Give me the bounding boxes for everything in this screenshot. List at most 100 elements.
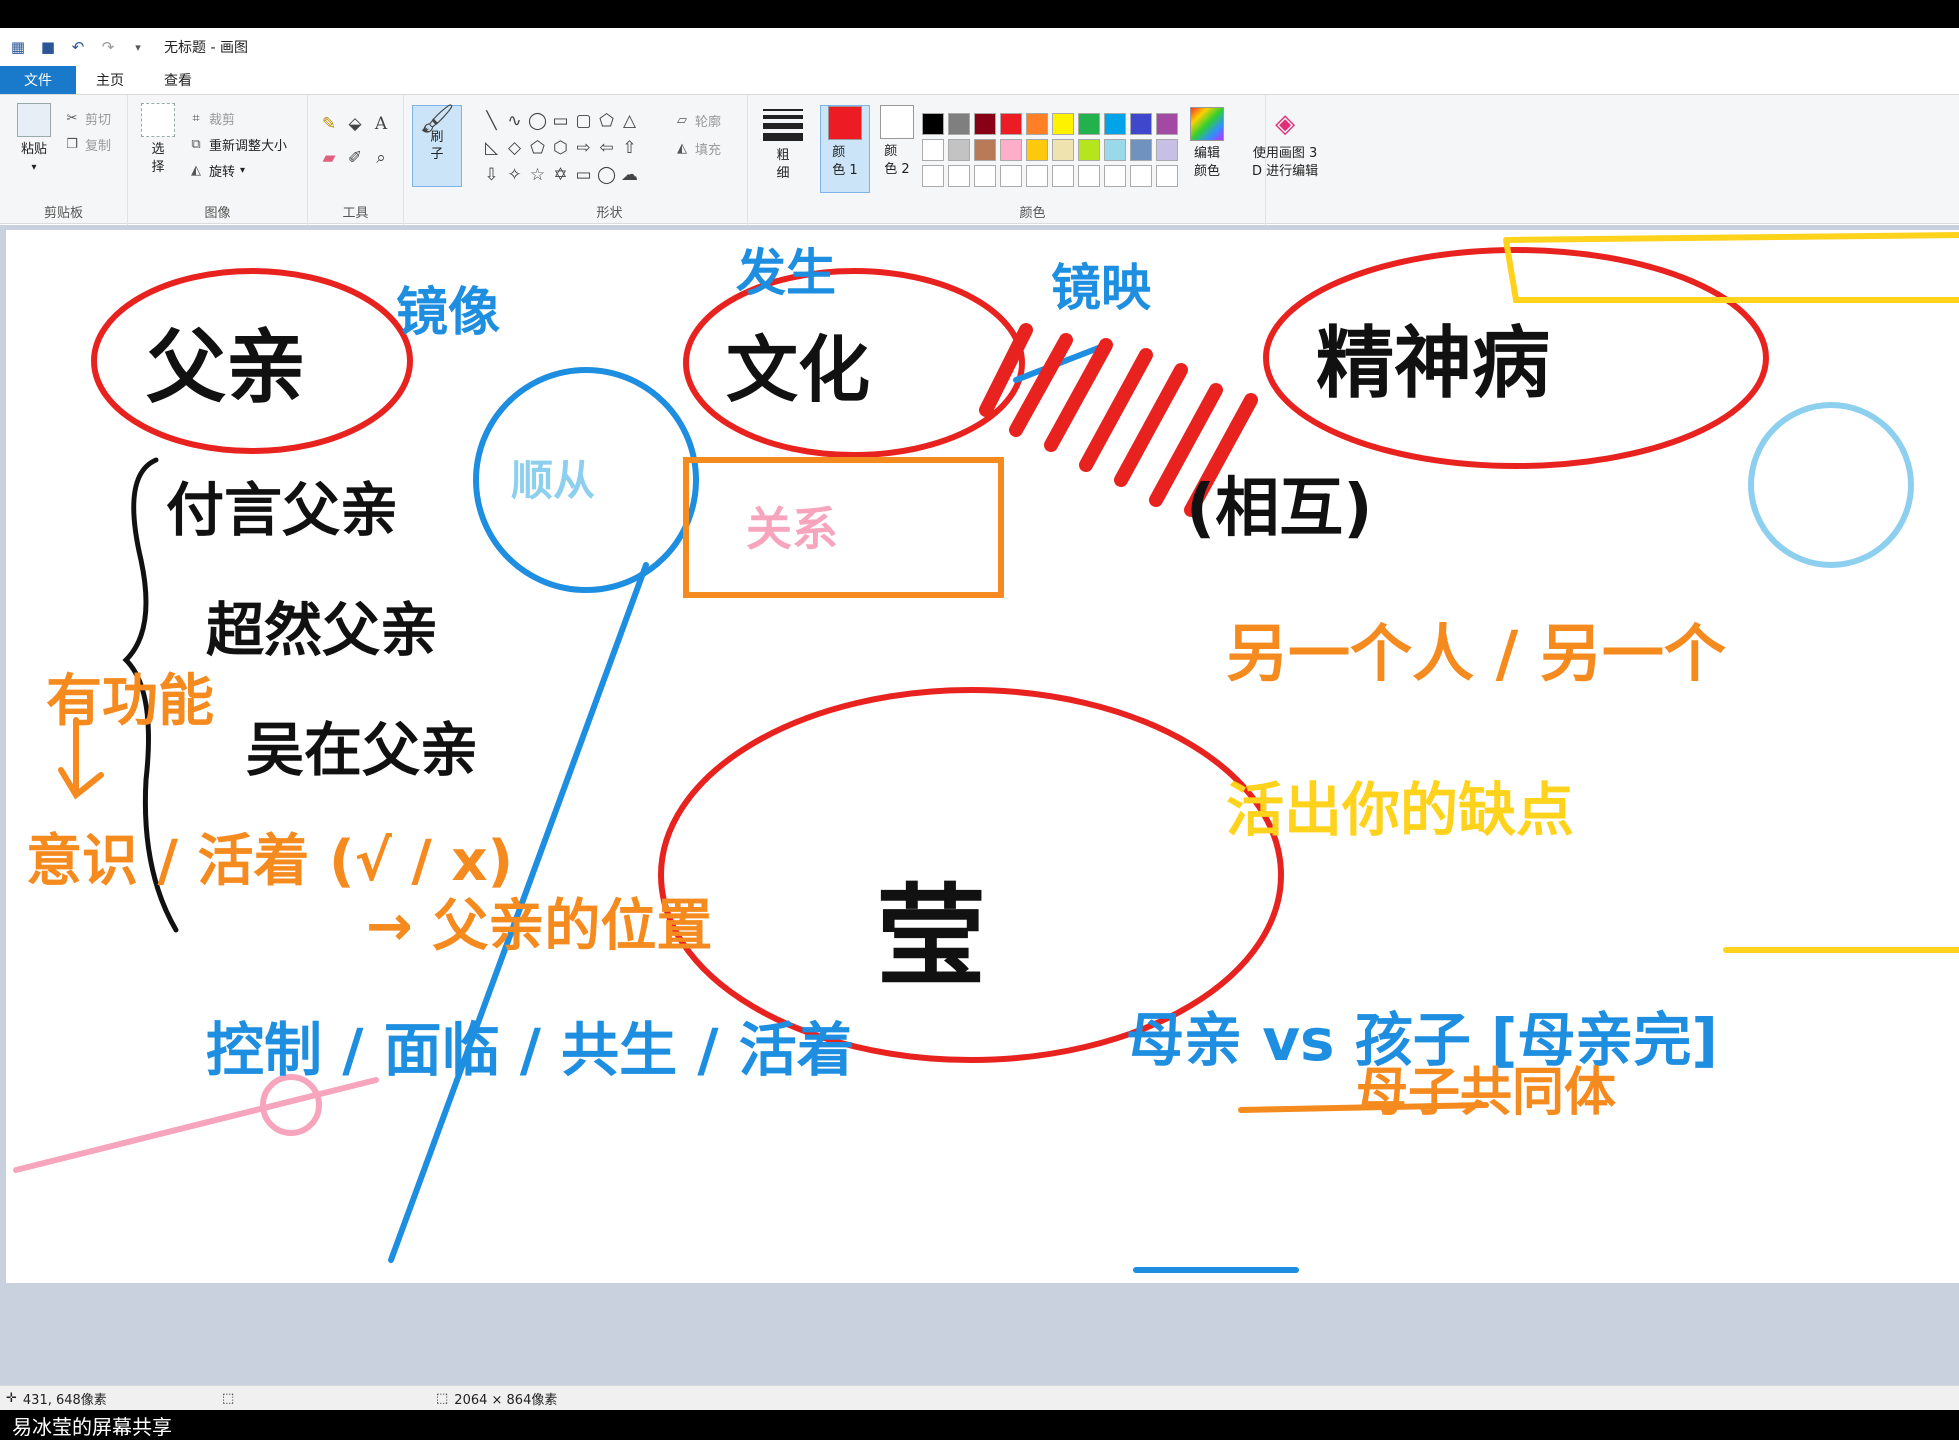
text-mental: 精神病 [1316,319,1550,409]
text-icon[interactable]: A [368,107,394,141]
size-button[interactable]: 粗 细 [758,105,808,183]
palette-swatch[interactable] [1052,139,1074,161]
palette-swatch[interactable] [974,113,996,135]
line-shape-icon[interactable]: ╲ [480,107,503,134]
relation-box [683,457,1004,598]
palette-swatch[interactable] [1130,165,1152,187]
palette-swatch[interactable] [1078,113,1100,135]
pentagon-shape-icon[interactable]: ⬠ [526,134,549,161]
brush-icon: 🖌 [419,102,455,135]
color2-button[interactable]: 颜 色 2 [872,105,922,193]
palette-swatch[interactable] [922,139,944,161]
left-arrow-shape-icon[interactable]: ⇦ [595,134,618,161]
handwritten-mindmap: 父亲 文化 精神病 (相互) 付言父亲 超然父亲 吴在父亲 莹 镜像 发生 镜映… [13,232,1959,1273]
palette-swatch[interactable] [1156,165,1178,187]
edit-colors-button[interactable]: 编辑 颜色 [1190,107,1224,181]
paint-window: ▦ ■ ↶ ↷ ▾ 无标题 - 画图 文件 主页 查看 粘贴 ▾ ✂ 剪切 ❐ … [0,28,1959,1410]
paste-button[interactable]: 粘贴 ▾ [12,103,56,177]
outline-icon: ▱ [677,113,687,128]
palette-swatch[interactable] [1078,165,1100,187]
palette-swatch[interactable] [1000,165,1022,187]
triangle-shape-icon[interactable]: △ [618,107,641,134]
palette-swatch[interactable] [948,165,970,187]
resize-button[interactable]: ⧉ 重新调整大小 [188,135,287,154]
palette-swatch[interactable] [1104,165,1126,187]
palette-swatch[interactable] [1052,165,1074,187]
oval-shape-icon[interactable]: ◯ [526,107,549,134]
rounded-rectangle-shape-icon[interactable]: ▢ [572,107,595,134]
pencil-icon[interactable]: ✎ [316,107,342,141]
color1-button[interactable]: 颜 色 1 [820,105,870,193]
canvas-size: ⬚ 2064 × 864像素 [436,1390,558,1408]
select-rectangle-icon [141,103,175,137]
palette-swatch[interactable] [1000,113,1022,135]
palette-swatch[interactable] [1130,113,1152,135]
six-star-shape-icon[interactable]: ✡ [549,161,572,188]
polygon-shape-icon[interactable]: ⬠ [595,107,618,134]
image-group-label: 图像 [204,206,231,221]
crop-button[interactable]: ⌗ 裁剪 [188,109,235,128]
magnifier-icon[interactable]: ⌕ [368,141,394,175]
palette-swatch[interactable] [1026,113,1048,135]
cut-button[interactable]: ✂ 剪切 [64,109,111,128]
hexagon-shape-icon[interactable]: ⬡ [549,134,572,161]
redo-icon[interactable]: ↷ [98,37,118,57]
palette-swatch[interactable] [922,165,944,187]
tab-home[interactable]: 主页 [76,66,144,94]
palette-swatch[interactable] [1026,165,1048,187]
fill-button[interactable]: ◭ 填充 [674,139,721,158]
copy-button[interactable]: ❐ 复制 [64,135,111,154]
text-alive: 活出你的缺点 [1226,776,1574,844]
customize-icon[interactable]: ▾ [128,37,148,57]
callout-oval-shape-icon[interactable]: ◯ [595,161,618,188]
select-button[interactable]: 选 择 [138,103,178,177]
callout-rect-shape-icon[interactable]: ▭ [572,161,595,188]
palette-swatch[interactable] [974,165,996,187]
palette-swatch[interactable] [1026,139,1048,161]
curve-shape-icon[interactable]: ∿ [503,107,526,134]
palette-swatch[interactable] [1078,139,1100,161]
color-picker-icon[interactable]: ✐ [342,141,368,175]
up-arrow-shape-icon[interactable]: ⇧ [618,134,641,161]
cursor-position: ✛ 431, 648像素 [6,1390,107,1408]
down-arrow-shape-icon[interactable]: ⇩ [480,161,503,188]
eraser-icon[interactable]: ▰ [316,141,342,175]
palette-swatch[interactable] [922,113,944,135]
paint3d-icon: ◈ [1275,109,1296,139]
palette-swatch[interactable] [1156,113,1178,135]
chevron-down-icon: ▾ [31,162,37,173]
tab-file[interactable]: 文件 [0,66,76,94]
palette-swatch[interactable] [1104,139,1126,161]
right-arrow-shape-icon[interactable]: ⇨ [572,134,595,161]
text-type1: 付言父亲 [166,476,398,544]
tab-view[interactable]: 查看 [144,66,212,94]
callout-cloud-shape-icon[interactable]: ☁ [618,161,641,188]
palette-swatch[interactable] [1052,113,1074,135]
fill-bucket-icon[interactable]: ⬙ [342,107,368,141]
text-mother-child: 母子共同体 [1356,1063,1616,1123]
outline-button[interactable]: ▱ 轮廓 [674,111,721,130]
palette-swatch[interactable] [1000,139,1022,161]
paint3d-button[interactable]: ◈ 使用画图 3 D 进行编辑 [1252,107,1318,181]
paint-app-icon[interactable]: ▦ [8,37,28,57]
palette-swatch[interactable] [1130,139,1152,161]
rectangle-shape-icon[interactable]: ▭ [549,107,572,134]
palette-swatch[interactable] [974,139,996,161]
four-star-shape-icon[interactable]: ✧ [503,161,526,188]
rotate-icon: ◭ [191,163,201,178]
five-star-shape-icon[interactable]: ☆ [526,161,549,188]
palette-swatch[interactable] [1156,139,1178,161]
brush-button[interactable]: 🖌 刷 子 [412,105,462,187]
palette-swatch[interactable] [1104,113,1126,135]
drawing-canvas[interactable]: 父亲 文化 精神病 (相互) 付言父亲 超然父亲 吴在父亲 莹 镜像 发生 镜映… [6,230,1959,1283]
scissors-icon: ✂ [66,111,78,126]
diamond-shape-icon[interactable]: ◇ [503,134,526,161]
text-mirror: 镜像 [396,283,500,343]
tools-group-label: 工具 [342,206,369,221]
palette-swatch[interactable] [948,139,970,161]
palette-swatch[interactable] [948,113,970,135]
right-triangle-shape-icon[interactable]: ◺ [480,134,503,161]
save-icon[interactable]: ■ [38,37,58,57]
undo-icon[interactable]: ↶ [68,37,88,57]
rotate-button[interactable]: ◭ 旋转 ▾ [188,161,245,180]
